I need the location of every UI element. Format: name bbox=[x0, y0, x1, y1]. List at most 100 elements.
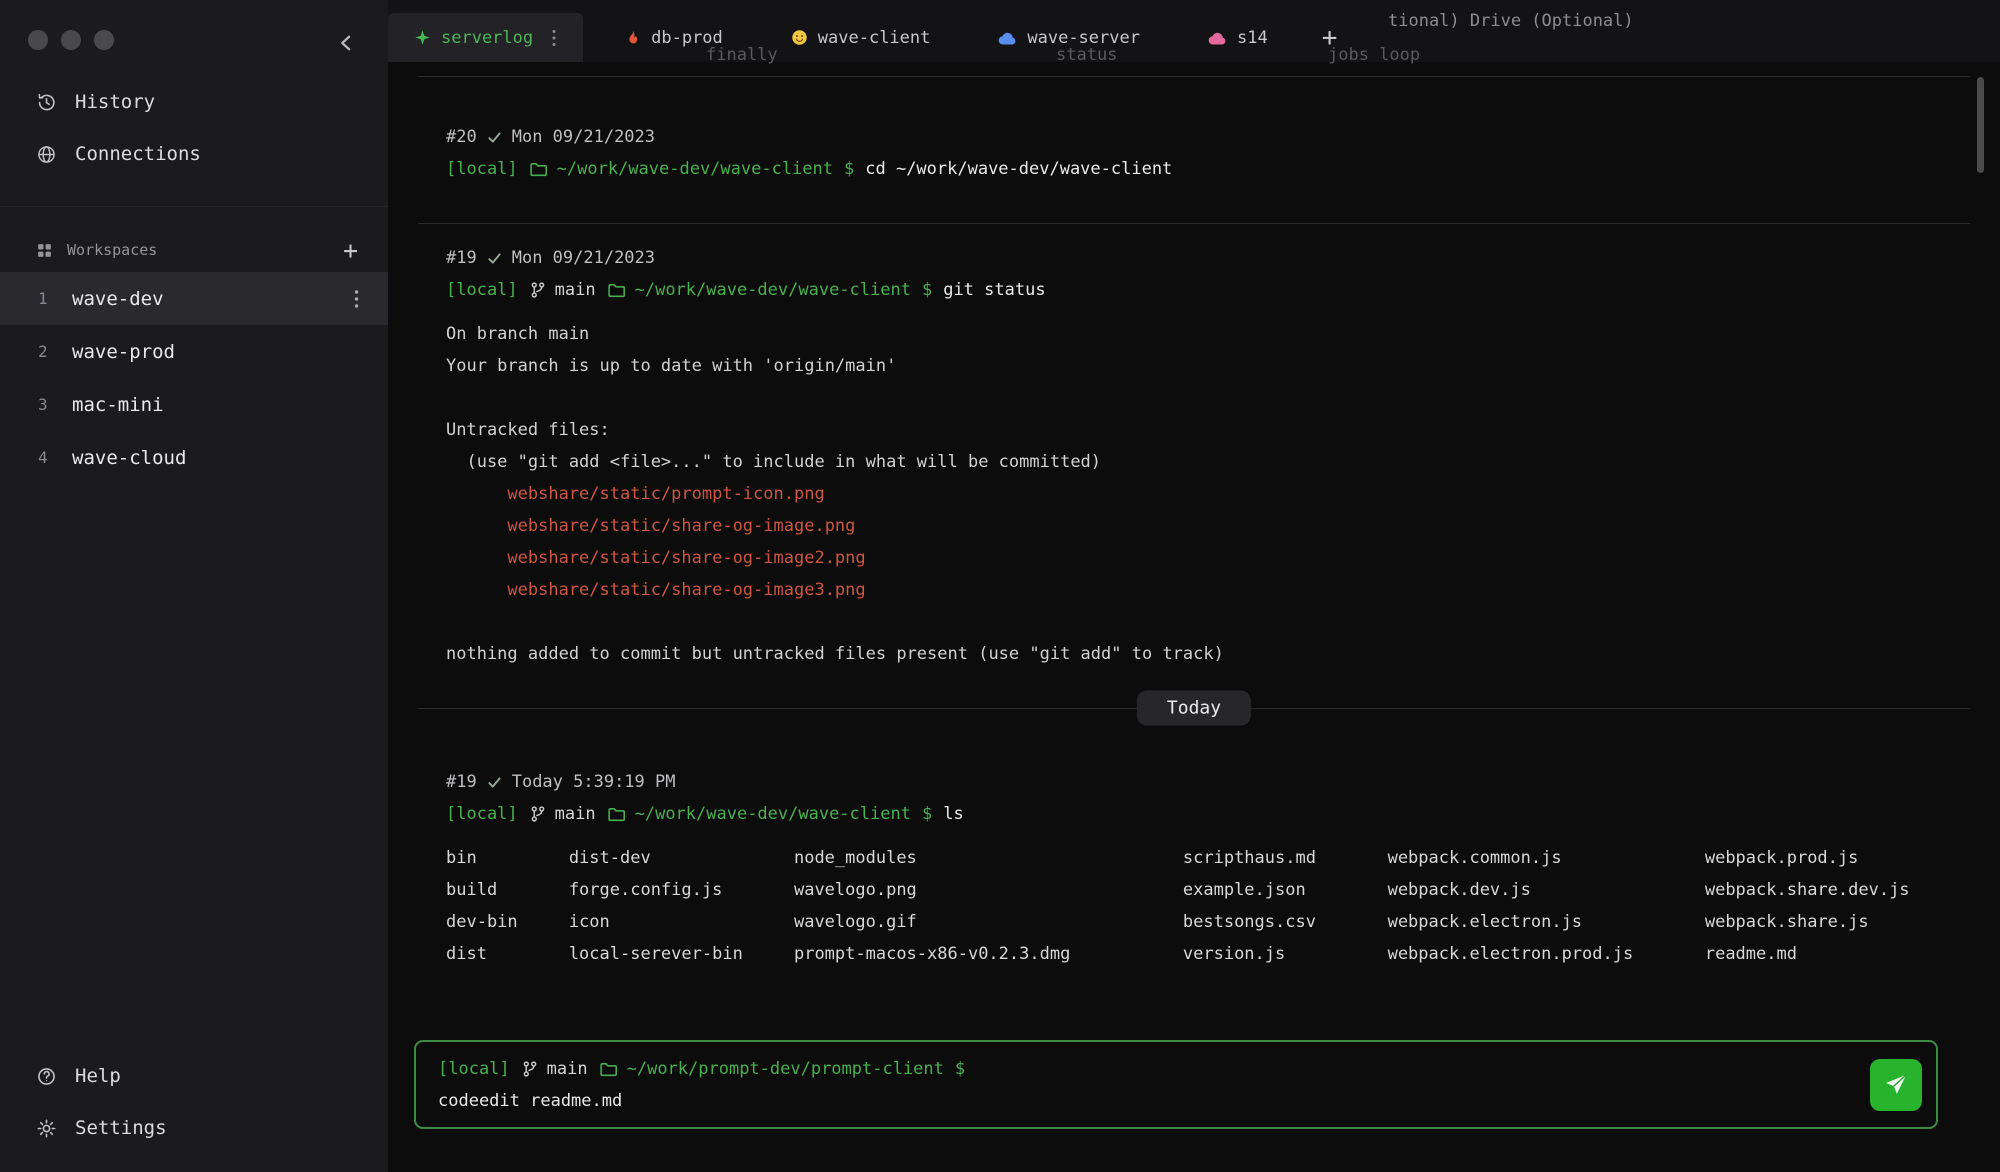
ls-file: prompt-macos-x86-v0.2.3.dmg bbox=[794, 938, 1183, 970]
send-button[interactable] bbox=[1870, 1059, 1922, 1111]
workspace-label: wave-cloud bbox=[72, 447, 360, 469]
kebab-menu-icon bbox=[353, 289, 360, 309]
folder-icon bbox=[607, 281, 626, 300]
prompt-host: [local] bbox=[446, 153, 518, 185]
tab-menu-button[interactable] bbox=[551, 29, 557, 47]
output-line bbox=[446, 382, 1942, 414]
output-line bbox=[446, 606, 1942, 638]
output-line: Your branch is up to date with 'origin/m… bbox=[446, 350, 1942, 382]
tab-label: wave-client bbox=[818, 28, 931, 48]
command-number: #19 bbox=[446, 766, 477, 798]
tab-serverlog[interactable]: serverlog bbox=[388, 13, 583, 62]
prompt-dollar: $ bbox=[844, 153, 854, 185]
sidebar-item-label: History bbox=[75, 91, 155, 113]
git-branch: main bbox=[529, 274, 596, 306]
workspace-item-wave-prod[interactable]: 2 wave-prod bbox=[0, 325, 388, 378]
git-branch-icon bbox=[529, 805, 547, 823]
scrollbar-thumb[interactable] bbox=[1977, 77, 1984, 173]
workspace-item-wave-cloud[interactable]: 4 wave-cloud bbox=[0, 431, 388, 484]
tab-s14[interactable]: s14 bbox=[1182, 13, 1294, 62]
ls-file: webpack.electron.js bbox=[1388, 906, 1705, 938]
ls-file: webpack.common.js bbox=[1388, 842, 1705, 874]
command-input[interactable]: [local] main ~/work/prompt-dev/prompt-cl… bbox=[414, 1040, 1938, 1129]
sidebar-item-settings[interactable]: Settings bbox=[0, 1102, 388, 1154]
check-icon bbox=[487, 130, 502, 145]
workspace-label: wave-dev bbox=[72, 288, 333, 310]
sidebar-item-label: Settings bbox=[75, 1117, 167, 1139]
workspaces-title: Workspaces bbox=[67, 241, 329, 259]
sidebar-item-label: Connections bbox=[75, 143, 201, 165]
command-block-cd: #20 Mon 09/21/2023 [local] ~/work/wave-d… bbox=[388, 77, 2000, 223]
workspace-menu-button[interactable] bbox=[353, 289, 360, 309]
sidebar-item-connections[interactable]: Connections bbox=[0, 128, 388, 180]
cwd-path: ~/work/prompt-dev/prompt-client bbox=[627, 1053, 944, 1085]
tab-wave-server[interactable]: wave-server bbox=[972, 13, 1166, 62]
command-timestamp: Mon 09/21/2023 bbox=[512, 121, 655, 153]
output-line: Untracked files: bbox=[446, 414, 1942, 446]
window-controls bbox=[28, 30, 114, 50]
git-branch: main bbox=[521, 1053, 588, 1085]
tab-db-prod[interactable]: db-prod bbox=[599, 13, 749, 62]
command-text: cd ~/work/wave-dev/wave-client bbox=[865, 153, 1172, 185]
sidebar-footer: Help Settings bbox=[0, 1050, 388, 1154]
workspace-item-wave-dev[interactable]: 1 wave-dev bbox=[0, 272, 388, 325]
prompt-host: [local] bbox=[438, 1053, 510, 1085]
date-divider: Today bbox=[418, 686, 1970, 730]
prompt-line: [local] main ~/work/wave-dev/wave-client… bbox=[446, 798, 1942, 830]
command-input-text[interactable]: codeedit readme.md bbox=[438, 1085, 1914, 1117]
fire-icon bbox=[625, 29, 641, 46]
cwd: ~/work/wave-dev/wave-client bbox=[607, 274, 911, 306]
paper-plane-icon bbox=[1883, 1072, 1909, 1098]
ls-file: version.js bbox=[1183, 938, 1388, 970]
add-workspace-button[interactable]: + bbox=[343, 238, 358, 263]
workspace-index: 1 bbox=[38, 289, 52, 308]
sidebar-item-help[interactable]: Help bbox=[0, 1050, 388, 1102]
folder-icon bbox=[599, 1060, 618, 1079]
kebab-menu-icon bbox=[551, 29, 557, 47]
ls-file: node_modules bbox=[794, 842, 1183, 874]
tab-label: db-prod bbox=[651, 28, 723, 48]
add-tab-button[interactable]: + bbox=[1310, 13, 1350, 62]
workspace-label: wave-prod bbox=[72, 341, 360, 363]
ls-output-grid: bin dist-dev node_modules scripthaus.md … bbox=[446, 842, 1942, 970]
block-header: #19 Mon 09/21/2023 bbox=[446, 242, 1942, 274]
cwd-path: ~/work/wave-dev/wave-client bbox=[635, 798, 911, 830]
prompt-dollar: $ bbox=[955, 1053, 965, 1085]
sparkle-icon bbox=[414, 29, 431, 46]
cwd: ~/work/wave-dev/wave-client bbox=[529, 153, 833, 185]
cloud-icon bbox=[998, 31, 1017, 45]
untracked-file-line: webshare/static/share-og-image3.png bbox=[446, 574, 1942, 606]
ls-file: dist bbox=[446, 938, 569, 970]
block-header: #20 Mon 09/21/2023 bbox=[446, 121, 1942, 153]
cwd: ~/work/prompt-dev/prompt-client bbox=[599, 1053, 944, 1085]
check-icon bbox=[487, 251, 502, 266]
window-maximize-button[interactable] bbox=[94, 30, 114, 50]
branch-name: main bbox=[555, 274, 596, 306]
window-minimize-button[interactable] bbox=[61, 30, 81, 50]
tab-bar: serverlog db-prod wave-client wave-serve… bbox=[388, 0, 2000, 62]
window-close-button[interactable] bbox=[28, 30, 48, 50]
ls-file: forge.config.js bbox=[569, 874, 794, 906]
tab-label: serverlog bbox=[441, 28, 533, 48]
sidebar-item-history[interactable]: History bbox=[0, 76, 388, 128]
ls-file: bestsongs.csv bbox=[1183, 906, 1388, 938]
check-icon bbox=[487, 775, 502, 790]
cwd-path: ~/work/wave-dev/wave-client bbox=[635, 274, 911, 306]
wave-terminal-app: { "sidebar": { "nav": { "history": "Hist… bbox=[0, 0, 2000, 1172]
workspace-item-mac-mini[interactable]: 3 mac-mini bbox=[0, 378, 388, 431]
ls-file: readme.md bbox=[1705, 938, 1942, 970]
ls-file: dev-bin bbox=[446, 906, 569, 938]
ls-file: webpack.share.js bbox=[1705, 906, 1942, 938]
smiley-icon bbox=[791, 29, 808, 46]
workspace-index: 4 bbox=[38, 448, 52, 467]
cwd: ~/work/wave-dev/wave-client bbox=[607, 798, 911, 830]
prompt-line: [local] ~/work/wave-dev/wave-client $ cd… bbox=[446, 153, 1942, 185]
ls-file: build bbox=[446, 874, 569, 906]
command-timestamp: Mon 09/21/2023 bbox=[512, 242, 655, 274]
ls-file: example.json bbox=[1183, 874, 1388, 906]
ls-file: webpack.share.dev.js bbox=[1705, 874, 1942, 906]
cwd-path: ~/work/wave-dev/wave-client bbox=[557, 153, 833, 185]
folder-icon bbox=[607, 805, 626, 824]
tab-wave-client[interactable]: wave-client bbox=[765, 13, 957, 62]
sidebar-collapse-button[interactable] bbox=[336, 33, 356, 53]
